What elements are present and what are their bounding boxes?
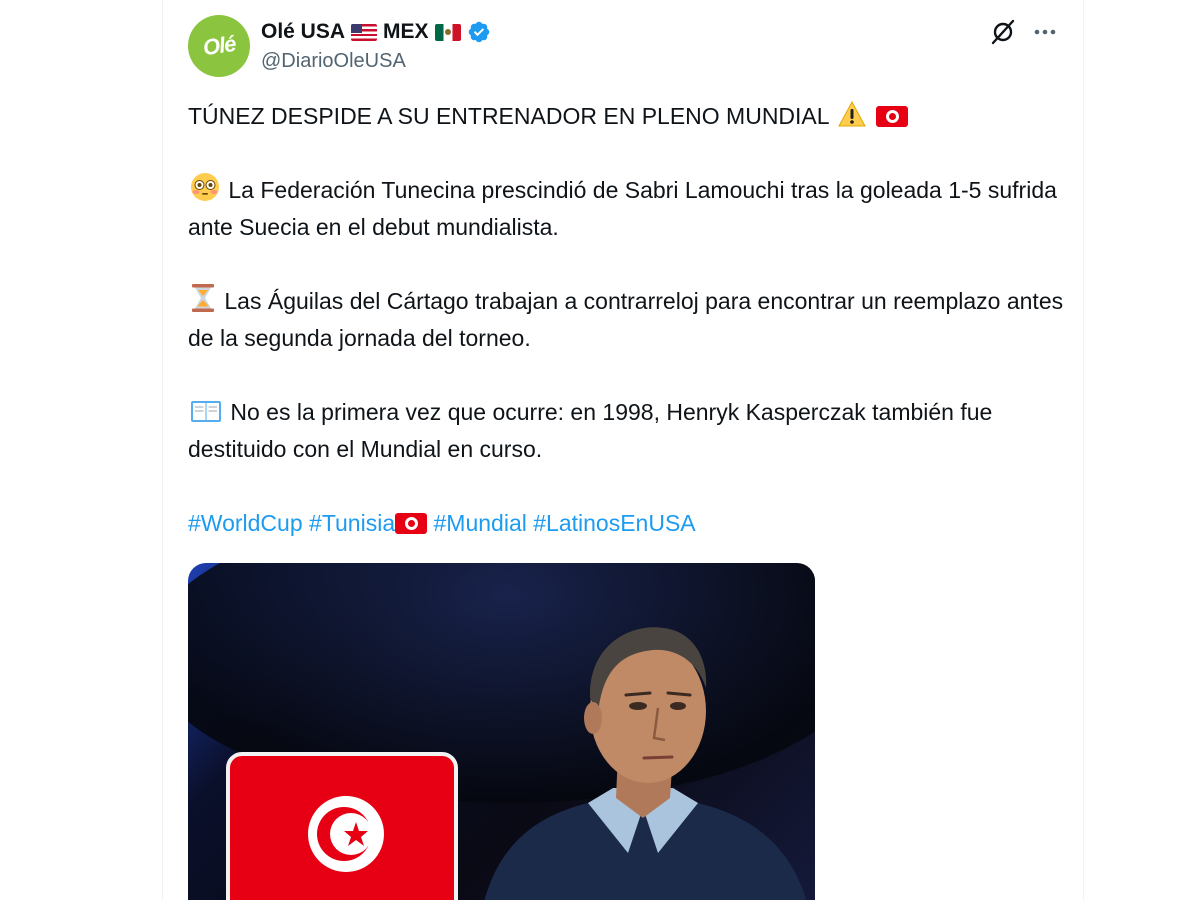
tweet-paragraph-3-text: No es la primera vez que ocurre: en 1998… — [188, 399, 993, 462]
tweet-headline: TÚNEZ DESPIDE A SU ENTRENADOR EN PLENO M… — [188, 103, 829, 129]
more-options-icon[interactable] — [1029, 18, 1061, 46]
verified-badge-icon — [468, 21, 489, 43]
hourglass-emoji — [192, 284, 214, 312]
tunisia-flag-emoji — [875, 106, 908, 127]
mexico-flag-icon — [434, 23, 461, 41]
flag-white-disc — [308, 796, 384, 872]
coach-photo — [484, 627, 807, 900]
tunisia-flag-emoji — [395, 513, 428, 534]
account-handle[interactable]: @DiarioOleUSA — [261, 50, 406, 73]
tweet-hashtags: #WorldCup #Tunisia #Mundial #LatinosEnUS… — [188, 505, 1068, 542]
avatar-logo-text: Olé — [201, 30, 237, 61]
hashtag-latinosenusa[interactable]: #LatinosEnUSA — [533, 510, 695, 536]
country-label: MEX — [383, 20, 429, 43]
hashtag-tunisia[interactable]: #Tunisia — [309, 510, 395, 536]
open-book-emoji — [191, 401, 221, 422]
crescent-star-icon — [317, 807, 372, 861]
flushed-face-emoji — [191, 173, 219, 201]
warning-emoji — [838, 100, 866, 127]
tweet-card[interactable]: Olé Olé USA MEX @DiarioOleUSA TÚNEZ DESP… — [162, 0, 1084, 900]
tweet-paragraph-3: No es la primera vez que ocurre: en 1998… — [188, 394, 1068, 468]
grok-icon[interactable] — [989, 18, 1017, 46]
tweet-paragraph-2: Las Águilas del Cártago trabajan a contr… — [188, 283, 1068, 357]
tweet-headline-paragraph: TÚNEZ DESPIDE A SU ENTRENADOR EN PLENO M… — [188, 98, 1068, 135]
hashtag-worldcup[interactable]: #WorldCup — [188, 510, 303, 536]
display-name[interactable]: Olé USA — [261, 20, 345, 44]
page: Olé Olé USA MEX @DiarioOleUSA TÚNEZ DESP… — [0, 0, 1200, 900]
account-name-row[interactable]: Olé USA MEX — [261, 17, 491, 47]
account-avatar[interactable]: Olé — [188, 15, 250, 77]
tunisia-flag-graphic — [226, 752, 458, 900]
us-flag-icon — [351, 23, 378, 41]
tweet-media-image[interactable] — [188, 563, 815, 900]
tweet-paragraph-2-text: Las Águilas del Cártago trabajan a contr… — [188, 288, 1064, 351]
tweet-paragraph-1: La Federación Tunecina prescindió de Sab… — [188, 172, 1068, 246]
tweet-text: TÚNEZ DESPIDE A SU ENTRENADOR EN PLENO M… — [188, 98, 1068, 579]
tweet-paragraph-1-text: La Federación Tunecina prescindió de Sab… — [188, 177, 1057, 240]
hashtag-mundial[interactable]: #Mundial — [434, 510, 527, 536]
